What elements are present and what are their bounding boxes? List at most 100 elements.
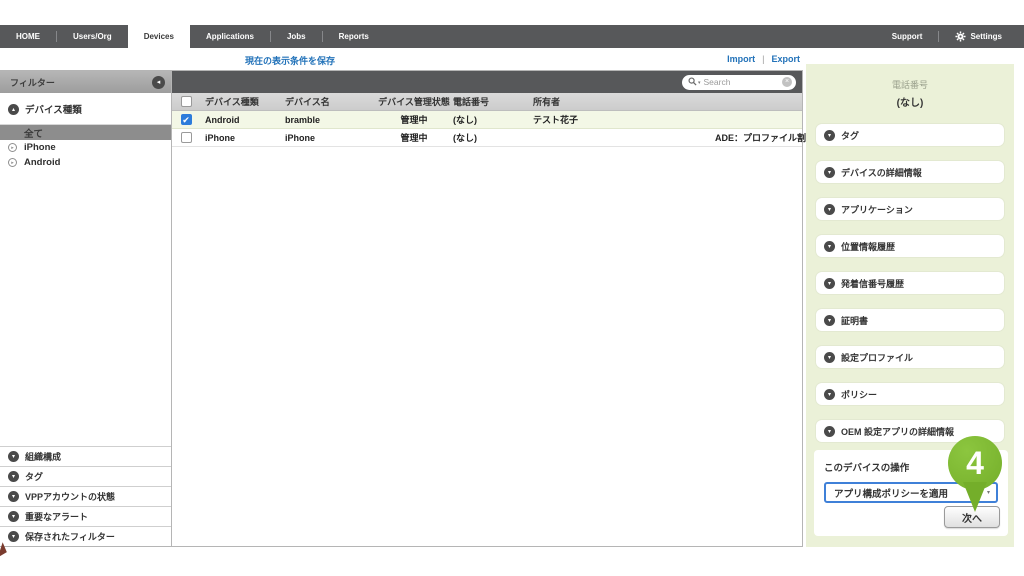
device-table: ▾ Search × デバイス種類 デバイス名 デバイス管理状態 電話番号 所有… (172, 70, 803, 547)
table-row-android-bramble[interactable]: ✔ Android bramble 管理中 (なし) テスト花子 (172, 111, 802, 129)
accordion-label: 発着信番号履歴 (841, 277, 904, 290)
accordion-device-details[interactable]: ▾ デバイスの詳細情報 (816, 161, 1004, 183)
filter-title: フィルター (10, 76, 55, 89)
search-clear-icon[interactable]: × (782, 77, 792, 87)
export-link[interactable]: Export (771, 54, 800, 64)
filter-option-label: 全て (24, 126, 43, 140)
mdm-devices-page: HOME Users/Org Devices Applications Jobs… (0, 0, 1024, 576)
nav-item-applications[interactable]: Applications (190, 25, 270, 48)
cell-management-status: 管理中 (375, 131, 453, 144)
chevron-right-icon: ▸ (8, 143, 17, 152)
chevron-down-icon: ▾ (824, 352, 835, 363)
nav-item-jobs[interactable]: Jobs (271, 25, 322, 48)
cell-device-name: bramble (285, 115, 375, 125)
save-view-conditions-link[interactable]: 現在の表示条件を保存 (245, 54, 335, 67)
select-all-checkbox[interactable] (181, 96, 192, 107)
chevron-down-icon: ▾ (8, 491, 19, 502)
accordion-applications[interactable]: ▾ アプリケーション (816, 198, 1004, 220)
filter-sidebar: フィルター ◂ ▴ デバイス種類 全て ▸ iPhone ▸ Android ▾… (0, 70, 172, 547)
search-placeholder: Search (704, 77, 782, 87)
search-options-caret[interactable]: ▾ (698, 80, 701, 86)
accordion-policy[interactable]: ▾ ポリシー (816, 383, 1004, 405)
cell-device-type: iPhone (200, 133, 285, 143)
phone-number-value: (なし) (806, 94, 1014, 109)
filter-option-label: iPhone (24, 142, 56, 153)
import-export-links: Import | Export (727, 54, 800, 64)
row-checkbox[interactable] (181, 132, 192, 143)
filter-section-label: 重要なアラート (25, 510, 88, 523)
filter-section-important-alerts[interactable]: ▾ 重要なアラート (0, 506, 171, 526)
filter-section-saved-filters[interactable]: ▾ 保存されたフィルター (0, 526, 171, 546)
accordion-location-history[interactable]: ▾ 位置情報履歴 (816, 235, 1004, 257)
top-navigation: HOME Users/Org Devices Applications Jobs… (0, 25, 1024, 48)
nav-item-devices[interactable]: Devices (128, 25, 190, 48)
accordion-label: 位置情報履歴 (841, 240, 895, 253)
sidebar-collapse-icon[interactable]: ◂ (152, 76, 165, 89)
filter-option-label: Android (24, 157, 60, 168)
filter-section-label: VPPアカウントの状態 (25, 490, 115, 503)
column-header-device-type[interactable]: デバイス種類 (200, 95, 285, 108)
row-checkbox[interactable]: ✔ (181, 114, 192, 125)
column-header-phone[interactable]: 電話番号 (453, 95, 533, 108)
nav-item-users-org[interactable]: Users/Org (57, 25, 128, 48)
selected-action-label: アプリ構成ポリシーを適用 (834, 486, 948, 500)
nav-item-reports[interactable]: Reports (323, 25, 385, 48)
accordion-config-profiles[interactable]: ▾ 設定プロファイル (816, 346, 1004, 368)
filter-section-vpp-account[interactable]: ▾ VPPアカウントの状態 (0, 486, 171, 506)
settings-button[interactable]: Settings (939, 25, 1018, 48)
filter-section-tags[interactable]: ▾ タグ (0, 466, 171, 486)
filter-option-all[interactable]: 全て (0, 125, 171, 140)
link-separator: | (762, 54, 764, 64)
filter-option-android[interactable]: ▸ Android (0, 155, 171, 170)
accordion-tags[interactable]: ▾ タグ (816, 124, 1004, 146)
chevron-up-icon: ▴ (8, 104, 19, 115)
column-header-management-status[interactable]: デバイス管理状態 (375, 95, 453, 108)
table-row-iphone[interactable]: iPhone iPhone 管理中 (なし) ADE：プロファイル割 (172, 129, 802, 147)
chevron-down-icon: ▾ (8, 531, 19, 542)
table-toolbar: ▾ Search × (172, 71, 802, 93)
nav-item-home[interactable]: HOME (0, 25, 56, 48)
accordion-label: アプリケーション (841, 203, 913, 216)
phone-number-label: 電話番号 (806, 78, 1014, 91)
filter-section-organization[interactable]: ▾ 組織構成 (0, 446, 171, 466)
support-link[interactable]: Support (876, 25, 939, 48)
column-header-device-name[interactable]: デバイス名 (285, 95, 375, 108)
cursor-artifact (0, 542, 9, 559)
filter-option-iphone[interactable]: ▸ iPhone (0, 140, 171, 155)
step-4-callout: 4 (948, 436, 1002, 490)
column-header-owner[interactable]: 所有者 (533, 95, 802, 108)
accordion-certificates[interactable]: ▾ 証明書 (816, 309, 1004, 331)
cell-device-name: iPhone (285, 133, 375, 143)
search-icon (688, 73, 697, 91)
chevron-down-icon: ▾ (987, 489, 990, 496)
cell-phone: (なし) (453, 113, 533, 126)
accordion-label: ポリシー (841, 388, 877, 401)
nav-right-group: Support Settings (876, 25, 1024, 48)
cell-device-type: Android (200, 115, 285, 125)
chevron-down-icon: ▾ (824, 278, 835, 289)
chevron-down-icon: ▾ (824, 204, 835, 215)
callout-tail (963, 482, 987, 512)
chevron-down-icon: ▾ (824, 389, 835, 400)
chevron-down-icon: ▾ (824, 315, 835, 326)
accordion-label: OEM 設定アプリの詳細情報 (841, 425, 954, 438)
import-link[interactable]: Import (727, 54, 755, 64)
accordion-label: タグ (841, 129, 859, 142)
filter-section-label: デバイス種類 (25, 102, 82, 116)
gear-icon (955, 31, 966, 42)
cell-management-status: 管理中 (375, 113, 453, 126)
search-input[interactable]: ▾ Search × (682, 75, 796, 90)
accordion-label: 証明書 (841, 314, 868, 327)
cell-ade-profile-badge: ADE：プロファイル割 (715, 129, 806, 147)
filter-section-label: タグ (25, 470, 43, 483)
accordion-label: 設定プロファイル (841, 351, 913, 364)
filter-section-device-type[interactable]: ▴ デバイス種類 (0, 93, 171, 125)
settings-label: Settings (970, 32, 1002, 41)
chevron-down-icon: ▾ (8, 471, 19, 482)
chevron-down-icon: ▾ (824, 426, 835, 437)
chevron-down-icon: ▾ (824, 167, 835, 178)
chevron-down-icon: ▾ (8, 511, 19, 522)
accordion-call-history[interactable]: ▾ 発着信番号履歴 (816, 272, 1004, 294)
cell-owner: テスト花子 (533, 113, 802, 126)
filter-section-label: 保存されたフィルター (25, 530, 115, 543)
